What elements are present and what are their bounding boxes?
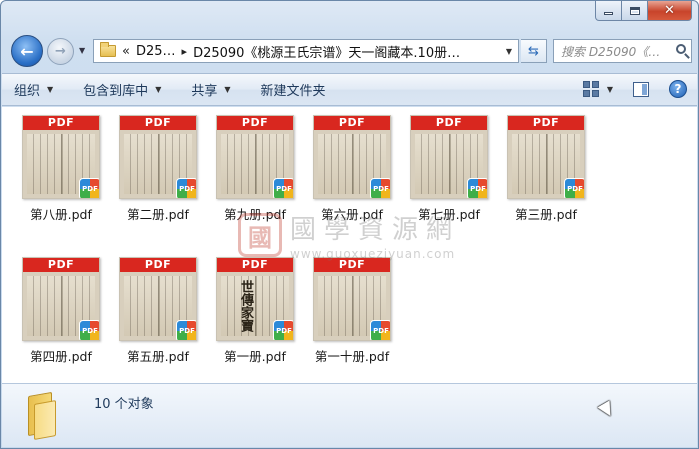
maximize-button[interactable] [622, 1, 648, 21]
pdf-file-icon: PDF [79, 320, 99, 340]
chevron-down-icon[interactable]: ▼ [506, 47, 512, 56]
include-in-library-menu[interactable]: 包含到库中 ▼ [83, 80, 161, 99]
pdf-file-icon: PDF [370, 178, 390, 198]
chevron-right-icon[interactable]: ▸ [182, 45, 188, 58]
pdf-file-icon: PDF [564, 178, 584, 198]
file-item[interactable]: PDF PDF 第一十册.pdf [308, 249, 396, 377]
pdf-thumbnail: PDF PDF [216, 115, 294, 199]
pdf-thumbnail: PDF PDF [119, 257, 197, 341]
pdf-file-icon: PDF [79, 178, 99, 198]
folder-icon [100, 42, 116, 57]
file-item[interactable]: PDF PDF 第三册.pdf [502, 107, 590, 235]
file-name: 第二册.pdf [127, 207, 189, 222]
pdf-label: PDF [120, 116, 196, 130]
pdf-label: PDF [120, 258, 196, 272]
file-item[interactable]: PDF PDF 第二册.pdf [114, 107, 202, 235]
back-button[interactable]: ← [11, 35, 43, 67]
pdf-label: PDF [508, 116, 584, 130]
address-bar[interactable]: « D25… ▸ D25090《桃源王氏宗谱》天一阁藏本.10册… ▼ [93, 39, 519, 63]
forward-button[interactable]: → [47, 38, 74, 65]
pdf-thumbnail: PDF 世傳家寶 PDF [216, 257, 294, 341]
pdf-file-icon: PDF [273, 320, 293, 340]
file-item[interactable]: PDF PDF 第五册.pdf [114, 249, 202, 377]
share-label: 共享 [191, 84, 218, 99]
arrow-right-icon: → [55, 44, 66, 59]
search-box[interactable]: 搜索 D25090《… [553, 39, 692, 63]
pdf-thumbnail: PDF PDF [410, 115, 488, 199]
refresh-button[interactable]: ⇆ [521, 39, 547, 63]
window-caption-buttons: ✕ [595, 1, 692, 21]
pdf-file-icon: PDF [370, 320, 390, 340]
close-icon: ✕ [664, 3, 675, 18]
file-name: 第一册.pdf [224, 349, 286, 364]
preview-pane-icon[interactable] [633, 81, 649, 97]
file-list: PDF PDF 第八册.pdf PDF PDF 第二册.pdf PDF PDF … [2, 107, 697, 383]
pdf-label: PDF [314, 116, 390, 130]
file-name: 第九册.pdf [224, 207, 286, 222]
file-name: 第六册.pdf [321, 207, 383, 222]
file-item[interactable]: PDF PDF 第六册.pdf [308, 107, 396, 235]
pdf-label: PDF [217, 116, 293, 130]
views-icon[interactable] [582, 81, 599, 97]
share-menu[interactable]: 共享 ▼ [191, 80, 230, 99]
breadcrumb-parent[interactable]: D25… [136, 44, 176, 59]
breadcrumb-current[interactable]: D25090《桃源王氏宗谱》天一阁藏本.10册… [193, 42, 460, 61]
pdf-thumbnail: PDF PDF [507, 115, 585, 199]
file-name: 第七册.pdf [418, 207, 480, 222]
pdf-thumbnail: PDF PDF [313, 115, 391, 199]
pdf-file-icon: PDF [176, 178, 196, 198]
file-name: 第五册.pdf [127, 349, 189, 364]
pdf-label: PDF [23, 258, 99, 272]
views-dropdown[interactable]: ▼ [607, 85, 613, 94]
new-folder-button[interactable]: 新建文件夹 [261, 80, 326, 99]
include-in-library-label: 包含到库中 [83, 84, 149, 99]
pdf-label: PDF [314, 258, 390, 272]
item-count: 10 个对象 [94, 397, 154, 412]
pdf-file-icon: PDF [176, 320, 196, 340]
file-item[interactable]: PDF PDF 第八册.pdf [17, 107, 105, 235]
file-name: 第三册.pdf [515, 207, 577, 222]
pdf-file-icon: PDF [273, 178, 293, 198]
command-bar: 组织 ▼ 包含到库中 ▼ 共享 ▼ 新建文件夹 ▼ ? [2, 73, 697, 106]
address-overflow[interactable]: « [122, 44, 130, 59]
organize-menu[interactable]: 组织 ▼ [14, 80, 53, 99]
details-pane: 10 个对象 [2, 383, 697, 447]
recent-pages-dropdown[interactable]: ▼ [79, 46, 85, 55]
close-button[interactable]: ✕ [648, 1, 692, 21]
pdf-label: PDF [23, 116, 99, 130]
minimize-icon [604, 12, 613, 15]
file-item[interactable]: PDF PDF 第九册.pdf [211, 107, 299, 235]
pdf-label: PDF [411, 116, 487, 130]
search-icon[interactable] [676, 44, 686, 54]
chevron-down-icon: ▼ [47, 85, 54, 94]
view-controls: ▼ ? [582, 80, 687, 98]
help-icon[interactable]: ? [669, 80, 687, 98]
pdf-thumbnail: PDF PDF [119, 115, 197, 199]
cover-title: 世傳家寶 [238, 280, 253, 332]
explorer-window: ✕ ← → ▼ « D25… ▸ D25090《桃源王氏宗谱》天一阁藏本.10册… [0, 0, 699, 449]
pdf-thumbnail: PDF PDF [22, 257, 100, 341]
organize-label: 组织 [14, 84, 41, 99]
file-name: 第八册.pdf [30, 207, 92, 222]
search-placeholder: 搜索 D25090《… [561, 44, 661, 59]
minimize-button[interactable] [595, 1, 622, 21]
arrow-left-icon: ← [20, 41, 34, 61]
folder-icon [24, 391, 62, 440]
pdf-file-icon: PDF [467, 178, 487, 198]
file-item[interactable]: PDF PDF 第四册.pdf [17, 249, 105, 377]
file-item[interactable]: PDF PDF 第七册.pdf [405, 107, 493, 235]
file-name: 第四册.pdf [30, 349, 92, 364]
maximize-icon [629, 6, 640, 15]
refresh-icon: ⇆ [528, 43, 539, 59]
mouse-cursor-icon [597, 400, 617, 420]
pdf-label: PDF [217, 258, 293, 272]
pdf-thumbnail: PDF PDF [313, 257, 391, 341]
chevron-down-icon: ▼ [224, 85, 231, 94]
file-item[interactable]: PDF 世傳家寶 PDF 第一册.pdf [211, 249, 299, 377]
pdf-thumbnail: PDF PDF [22, 115, 100, 199]
file-name: 第一十册.pdf [314, 349, 390, 364]
navigation-bar: ← → ▼ « D25… ▸ D25090《桃源王氏宗谱》天一阁藏本.10册… … [9, 35, 692, 67]
chevron-down-icon: ▼ [155, 85, 162, 94]
new-folder-label: 新建文件夹 [260, 84, 326, 99]
